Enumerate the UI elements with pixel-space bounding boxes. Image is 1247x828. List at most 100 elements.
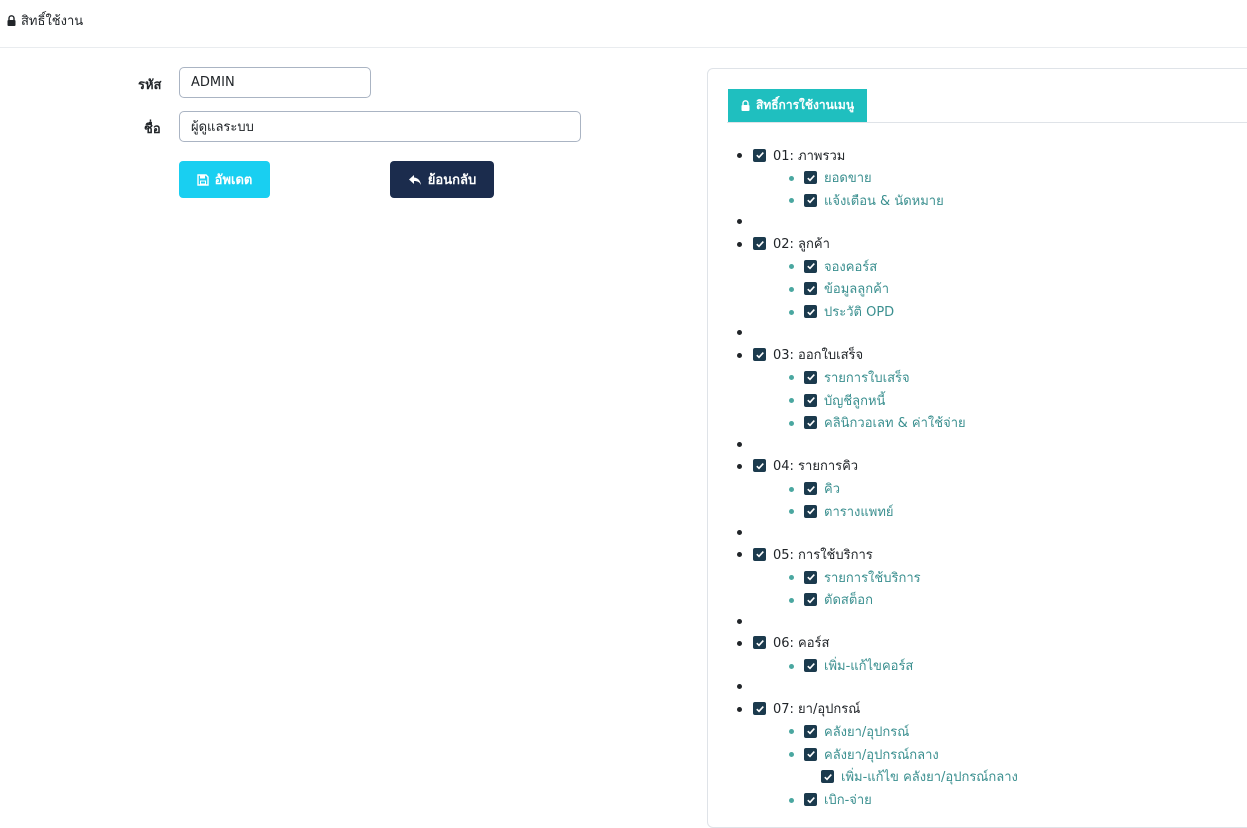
page-title: สิทธิ์ใช้งาน [7, 10, 83, 31]
back-button-label: ย้อนกลับ [427, 173, 477, 188]
reply-icon [408, 174, 421, 185]
list-bullet [737, 618, 742, 624]
back-button[interactable]: ย้อนกลับ [390, 161, 494, 198]
permission-item[interactable]: คลังยา/อุปกรณ์กลาง [804, 745, 939, 763]
list-bullet [789, 752, 794, 758]
tab-divider [727, 122, 1247, 123]
permission-item[interactable]: ตัดสต็อก [804, 591, 873, 609]
checkbox[interactable] [804, 282, 817, 296]
list-bullet [737, 241, 742, 247]
checkbox[interactable] [804, 724, 817, 738]
list-bullet [789, 729, 794, 735]
permission-label: คลินิกวอเลท & ค่าใช้จ่าย [824, 416, 966, 432]
checkbox[interactable] [753, 547, 766, 561]
code-label: รหัส [138, 78, 162, 93]
checkbox[interactable] [804, 393, 817, 407]
permission-group[interactable]: 04: รายการคิว [753, 457, 858, 475]
tab-label: สิทธิ์การใช้งานเมนู [756, 98, 855, 112]
permission-label: ประวัติ OPD [824, 305, 895, 321]
checkbox[interactable] [804, 305, 817, 319]
permission-item[interactable]: คลินิกวอเลท & ค่าใช้จ่าย [804, 414, 966, 432]
checkbox[interactable] [804, 504, 817, 518]
list-bullet [789, 420, 794, 426]
list-bullet [789, 175, 794, 181]
permission-group[interactable]: 02: ลูกค้า [753, 235, 830, 253]
checkbox[interactable] [804, 171, 817, 185]
permission-label: ตัดสต็อก [824, 593, 873, 609]
permission-item[interactable]: รายการใบเสร็จ [804, 368, 910, 386]
permission-subitem[interactable]: เพิ่ม-แก้ไข คลังยา/อุปกรณ์กลาง [821, 768, 1018, 786]
list-bullet [789, 797, 794, 803]
permission-item[interactable]: เพิ่ม-แก้ไขคอร์ส [804, 657, 913, 675]
list-bullet [789, 375, 794, 381]
permission-item[interactable]: คลังยา/อุปกรณ์ [804, 722, 909, 740]
permission-group[interactable]: 06: คอร์ส [753, 634, 829, 652]
list-bullet [737, 441, 742, 447]
permission-label: 07: ยา/อุปกรณ์ [773, 702, 861, 718]
permission-label: ข้อมูลลูกค้า [824, 282, 890, 298]
permission-item[interactable]: ตารางแพทย์ [804, 502, 894, 520]
permission-item[interactable]: รายการใช้บริการ [804, 568, 921, 586]
top-bar: สิทธิ์ใช้งาน [0, 0, 1247, 48]
list-bullet [737, 330, 742, 336]
permission-group[interactable]: 03: ออกใบเสร็จ [753, 346, 863, 364]
checkbox[interactable] [804, 482, 817, 496]
checkbox[interactable] [753, 348, 766, 362]
lock-icon [7, 15, 16, 26]
checkbox[interactable] [804, 747, 817, 761]
checkbox[interactable] [804, 416, 817, 430]
permission-label: คลังยา/อุปกรณ์ [824, 724, 910, 740]
permission-label: 06: คอร์ส [773, 636, 830, 652]
list-bullet [737, 552, 742, 558]
checkbox[interactable] [804, 570, 817, 584]
update-button[interactable]: อัพเดต [179, 161, 270, 198]
permission-item[interactable]: จองคอร์ส [804, 257, 877, 275]
checkbox[interactable] [804, 370, 817, 384]
list-bullet [789, 264, 794, 270]
checkbox[interactable] [753, 702, 766, 716]
checkbox[interactable] [804, 193, 817, 207]
permission-group[interactable]: 05: การใช้บริการ [753, 545, 873, 563]
save-icon [196, 173, 209, 186]
permission-label: คลังยา/อุปกรณ์กลาง [824, 747, 939, 763]
permission-label: ยอดขาย [824, 171, 872, 187]
list-bullet [737, 530, 742, 535]
menu-permission-panel: สิทธิ์การใช้งานเมนู 01: ภาพรวมยอดขายแจ้ง… [707, 68, 1247, 828]
permission-item[interactable]: ยอดขาย [804, 169, 872, 187]
permission-label: จองคอร์ส [824, 259, 878, 275]
permission-item[interactable]: แจ้งเตือน & นัดหมาย [804, 191, 944, 209]
checkbox[interactable] [804, 259, 817, 273]
checkbox[interactable] [753, 459, 766, 473]
lock-icon [741, 100, 750, 111]
checkbox[interactable] [804, 659, 817, 673]
list-bullet [789, 198, 794, 204]
permission-item[interactable]: ข้อมูลลูกค้า [804, 280, 889, 298]
permission-item[interactable]: บัญชีลูกหนี้ [804, 391, 885, 409]
checkbox[interactable] [753, 636, 766, 650]
list-bullet [737, 352, 742, 358]
permission-group[interactable]: 01: ภาพรวม [753, 146, 845, 164]
list-bullet [737, 219, 742, 225]
checkbox[interactable] [753, 148, 766, 162]
list-bullet [789, 309, 794, 315]
list-bullet [789, 286, 794, 292]
checkbox[interactable] [804, 593, 817, 607]
permission-item[interactable]: ประวัติ OPD [804, 303, 894, 321]
list-bullet [789, 398, 794, 404]
tab-menu-permissions[interactable]: สิทธิ์การใช้งานเมนู [728, 89, 868, 122]
list-bullet [737, 153, 742, 158]
checkbox[interactable] [821, 770, 834, 784]
list-bullet [789, 597, 794, 603]
name-input[interactable] [179, 111, 581, 142]
list-bullet [789, 509, 794, 515]
list-bullet [737, 640, 742, 646]
name-label: ชื่อ [144, 122, 161, 137]
permission-label: 01: ภาพรวม [773, 148, 846, 164]
permission-item[interactable]: คิว [804, 480, 840, 498]
permission-label: 05: การใช้บริการ [773, 547, 873, 563]
permission-label: 04: รายการคิว [773, 459, 859, 475]
checkbox[interactable] [753, 237, 766, 250]
permission-label: คิว [824, 482, 840, 498]
code-input[interactable] [179, 67, 371, 98]
permission-group[interactable]: 07: ยา/อุปกรณ์ [753, 700, 860, 718]
